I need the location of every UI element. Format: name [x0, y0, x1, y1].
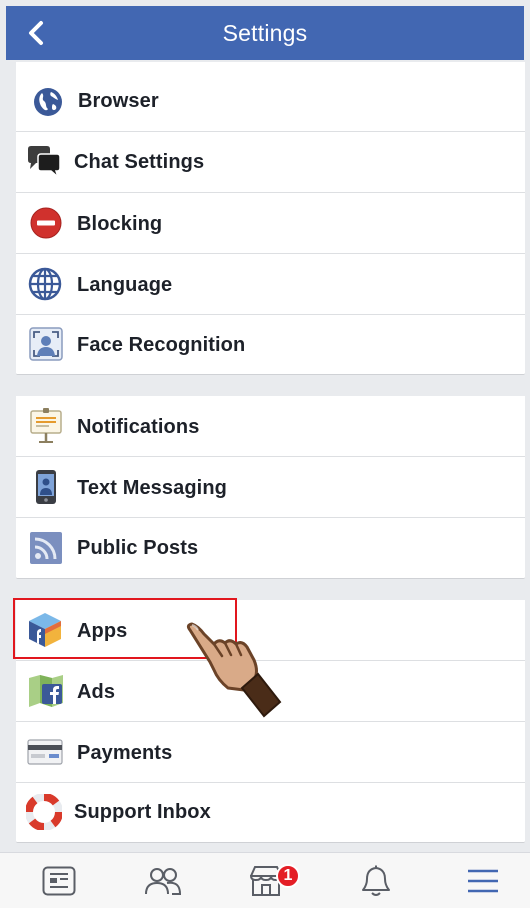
- settings-item-label: Notifications: [77, 416, 200, 438]
- pointing-hand-icon: [186, 622, 282, 718]
- language-globe-icon: [27, 266, 63, 302]
- settings-item-language[interactable]: Language: [16, 254, 525, 315]
- tab-friends[interactable]: [139, 861, 187, 901]
- settings-item-label: Ads: [77, 681, 116, 703]
- face-recognition-icon: [28, 326, 64, 362]
- settings-item-text-messaging[interactable]: Text Messaging: [16, 457, 525, 518]
- back-button[interactable]: [22, 16, 52, 50]
- notification-board-icon: [28, 408, 64, 444]
- settings-item-label: Face Recognition: [77, 334, 246, 356]
- marketplace-badge: 1: [276, 864, 300, 888]
- settings-item-payments[interactable]: Payments: [16, 722, 525, 783]
- settings-item-chat-settings[interactable]: Chat Settings: [16, 132, 525, 193]
- block-icon: [28, 205, 64, 241]
- globe-icon: [30, 84, 66, 120]
- settings-item-support-inbox[interactable]: Support Inbox: [16, 783, 525, 842]
- chat-bubbles-icon: [26, 144, 62, 180]
- settings-item-browser[interactable]: Browser: [16, 70, 525, 132]
- tab-news-feed[interactable]: [35, 861, 83, 901]
- settings-item-public-posts[interactable]: Public Posts: [16, 518, 525, 578]
- friends-icon: [145, 868, 181, 895]
- rss-feed-icon: [28, 530, 64, 566]
- settings-item-label: Text Messaging: [77, 477, 227, 499]
- tab-notifications[interactable]: [352, 861, 400, 901]
- settings-item-label: Public Posts: [77, 537, 199, 559]
- settings-item-face-recognition[interactable]: Face Recognition: [16, 315, 525, 374]
- settings-item-label: Browser: [78, 90, 159, 112]
- settings-item-label: Blocking: [77, 213, 163, 235]
- settings-item-notifications[interactable]: Notifications: [16, 396, 525, 457]
- ads-map-icon: [28, 673, 64, 709]
- bottom-tab-bar: [0, 852, 530, 908]
- settings-group-general: Browser Chat Settings Blocking Language …: [16, 62, 525, 375]
- bell-icon: [362, 865, 390, 896]
- menu-icon: [468, 869, 498, 893]
- top-bar: Settings: [6, 6, 524, 60]
- settings-item-label: Language: [77, 274, 173, 296]
- settings-item-label: Support Inbox: [74, 801, 211, 823]
- credit-card-icon: [27, 734, 63, 770]
- settings-item-label: Chat Settings: [74, 151, 205, 173]
- settings-item-label: Payments: [77, 742, 173, 764]
- chevron-left-icon: [29, 21, 43, 45]
- settings-item-blocking[interactable]: Blocking: [16, 193, 525, 254]
- page-title: Settings: [222, 19, 308, 46]
- phone-icon: [28, 469, 64, 505]
- tab-menu[interactable]: [459, 861, 507, 901]
- settings-group-notifications: Notifications Text Messaging Public Post…: [16, 396, 525, 579]
- news-feed-icon: [42, 866, 76, 896]
- lifebuoy-icon: [26, 794, 62, 830]
